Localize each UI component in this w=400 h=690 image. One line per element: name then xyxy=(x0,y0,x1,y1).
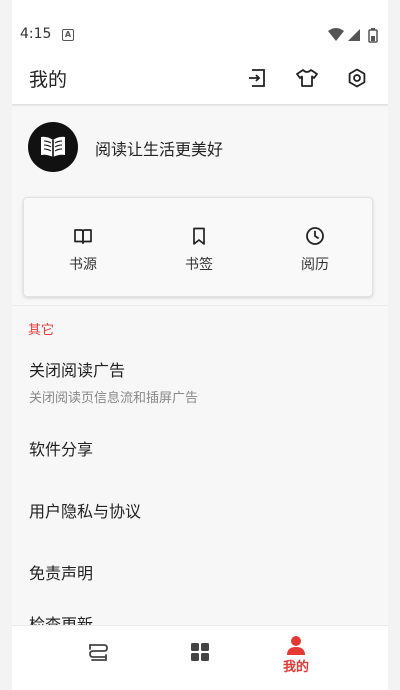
setting-title: 用户隐私与协议 xyxy=(29,502,142,521)
bookshelf-icon xyxy=(89,644,108,661)
import-icon xyxy=(249,69,265,87)
shortcut-label: 书签 xyxy=(185,257,213,273)
setting-subtitle: 关闭阅读页信息流和插屏广告 xyxy=(29,391,199,406)
left-edge xyxy=(0,0,12,690)
page-title: 我的 xyxy=(29,69,68,91)
bottom-nav: 我的 xyxy=(12,625,388,690)
setting-check-update[interactable]: 检查更新 xyxy=(12,595,388,625)
setting-share-app[interactable]: 软件分享 xyxy=(12,417,388,477)
profile-motto: 阅读让生活更美好 xyxy=(95,140,224,159)
section-divider xyxy=(12,305,388,306)
nav-bookshelf[interactable] xyxy=(48,626,148,690)
person-icon xyxy=(287,636,305,655)
book-open-icon xyxy=(74,229,92,244)
bookmark-icon xyxy=(193,227,205,245)
profile-content[interactable]: 阅读让生活更美好 书源 书签 阅历 其它 关闭阅读广告 关闭阅读页信息流和插屏广… xyxy=(12,107,388,625)
book-logo-icon xyxy=(41,136,65,157)
settings-button[interactable] xyxy=(343,64,371,92)
setting-title: 检查更新 xyxy=(29,615,94,625)
right-edge xyxy=(388,0,400,690)
notification-icon: A xyxy=(62,29,74,41)
setting-close-ads[interactable]: 关闭阅读广告 关闭阅读页信息流和插屏广告 xyxy=(12,347,388,407)
wifi-icon xyxy=(328,28,344,41)
app-screen: 4:15 A 我的 阅读让生活更美好 书源 书签 阅历 其它 关闭阅读广告 关闭… xyxy=(0,0,400,690)
shortcut-bookmarks[interactable]: 书签 xyxy=(141,198,257,298)
app-bar: 我的 xyxy=(12,52,388,104)
nav-discover[interactable] xyxy=(150,626,250,690)
shortcut-label: 书源 xyxy=(69,257,97,273)
shortcut-book-source[interactable]: 书源 xyxy=(25,198,141,298)
shortcut-history[interactable]: 阅历 xyxy=(257,198,373,298)
nav-mine[interactable]: 我的 xyxy=(246,626,346,690)
theme-shirt-icon xyxy=(296,69,318,87)
setting-title: 关闭阅读广告 xyxy=(29,361,126,380)
section-title: 其它 xyxy=(28,323,55,338)
signal-icon xyxy=(348,29,360,41)
status-time: 4:15 xyxy=(20,26,52,42)
settings-icon xyxy=(348,68,366,88)
setting-title: 免责声明 xyxy=(29,564,94,583)
setting-disclaimer[interactable]: 免责声明 xyxy=(12,541,388,601)
avatar[interactable] xyxy=(28,122,78,172)
theme-button[interactable] xyxy=(293,64,321,92)
setting-privacy[interactable]: 用户隐私与协议 xyxy=(12,479,388,539)
clock-icon xyxy=(306,227,324,245)
nav-mine-label: 我的 xyxy=(282,660,309,675)
battery-icon xyxy=(368,28,378,43)
status-bar: 4:15 A xyxy=(12,20,388,52)
grid-icon xyxy=(191,643,209,661)
shortcut-label: 阅历 xyxy=(301,257,329,273)
import-button[interactable] xyxy=(244,64,272,92)
status-icons xyxy=(326,27,382,47)
setting-title: 软件分享 xyxy=(29,440,94,459)
profile-header: 阅读让生活更美好 书源 书签 阅历 xyxy=(12,107,388,297)
shortcuts-card: 书源 书签 阅历 xyxy=(23,197,373,297)
